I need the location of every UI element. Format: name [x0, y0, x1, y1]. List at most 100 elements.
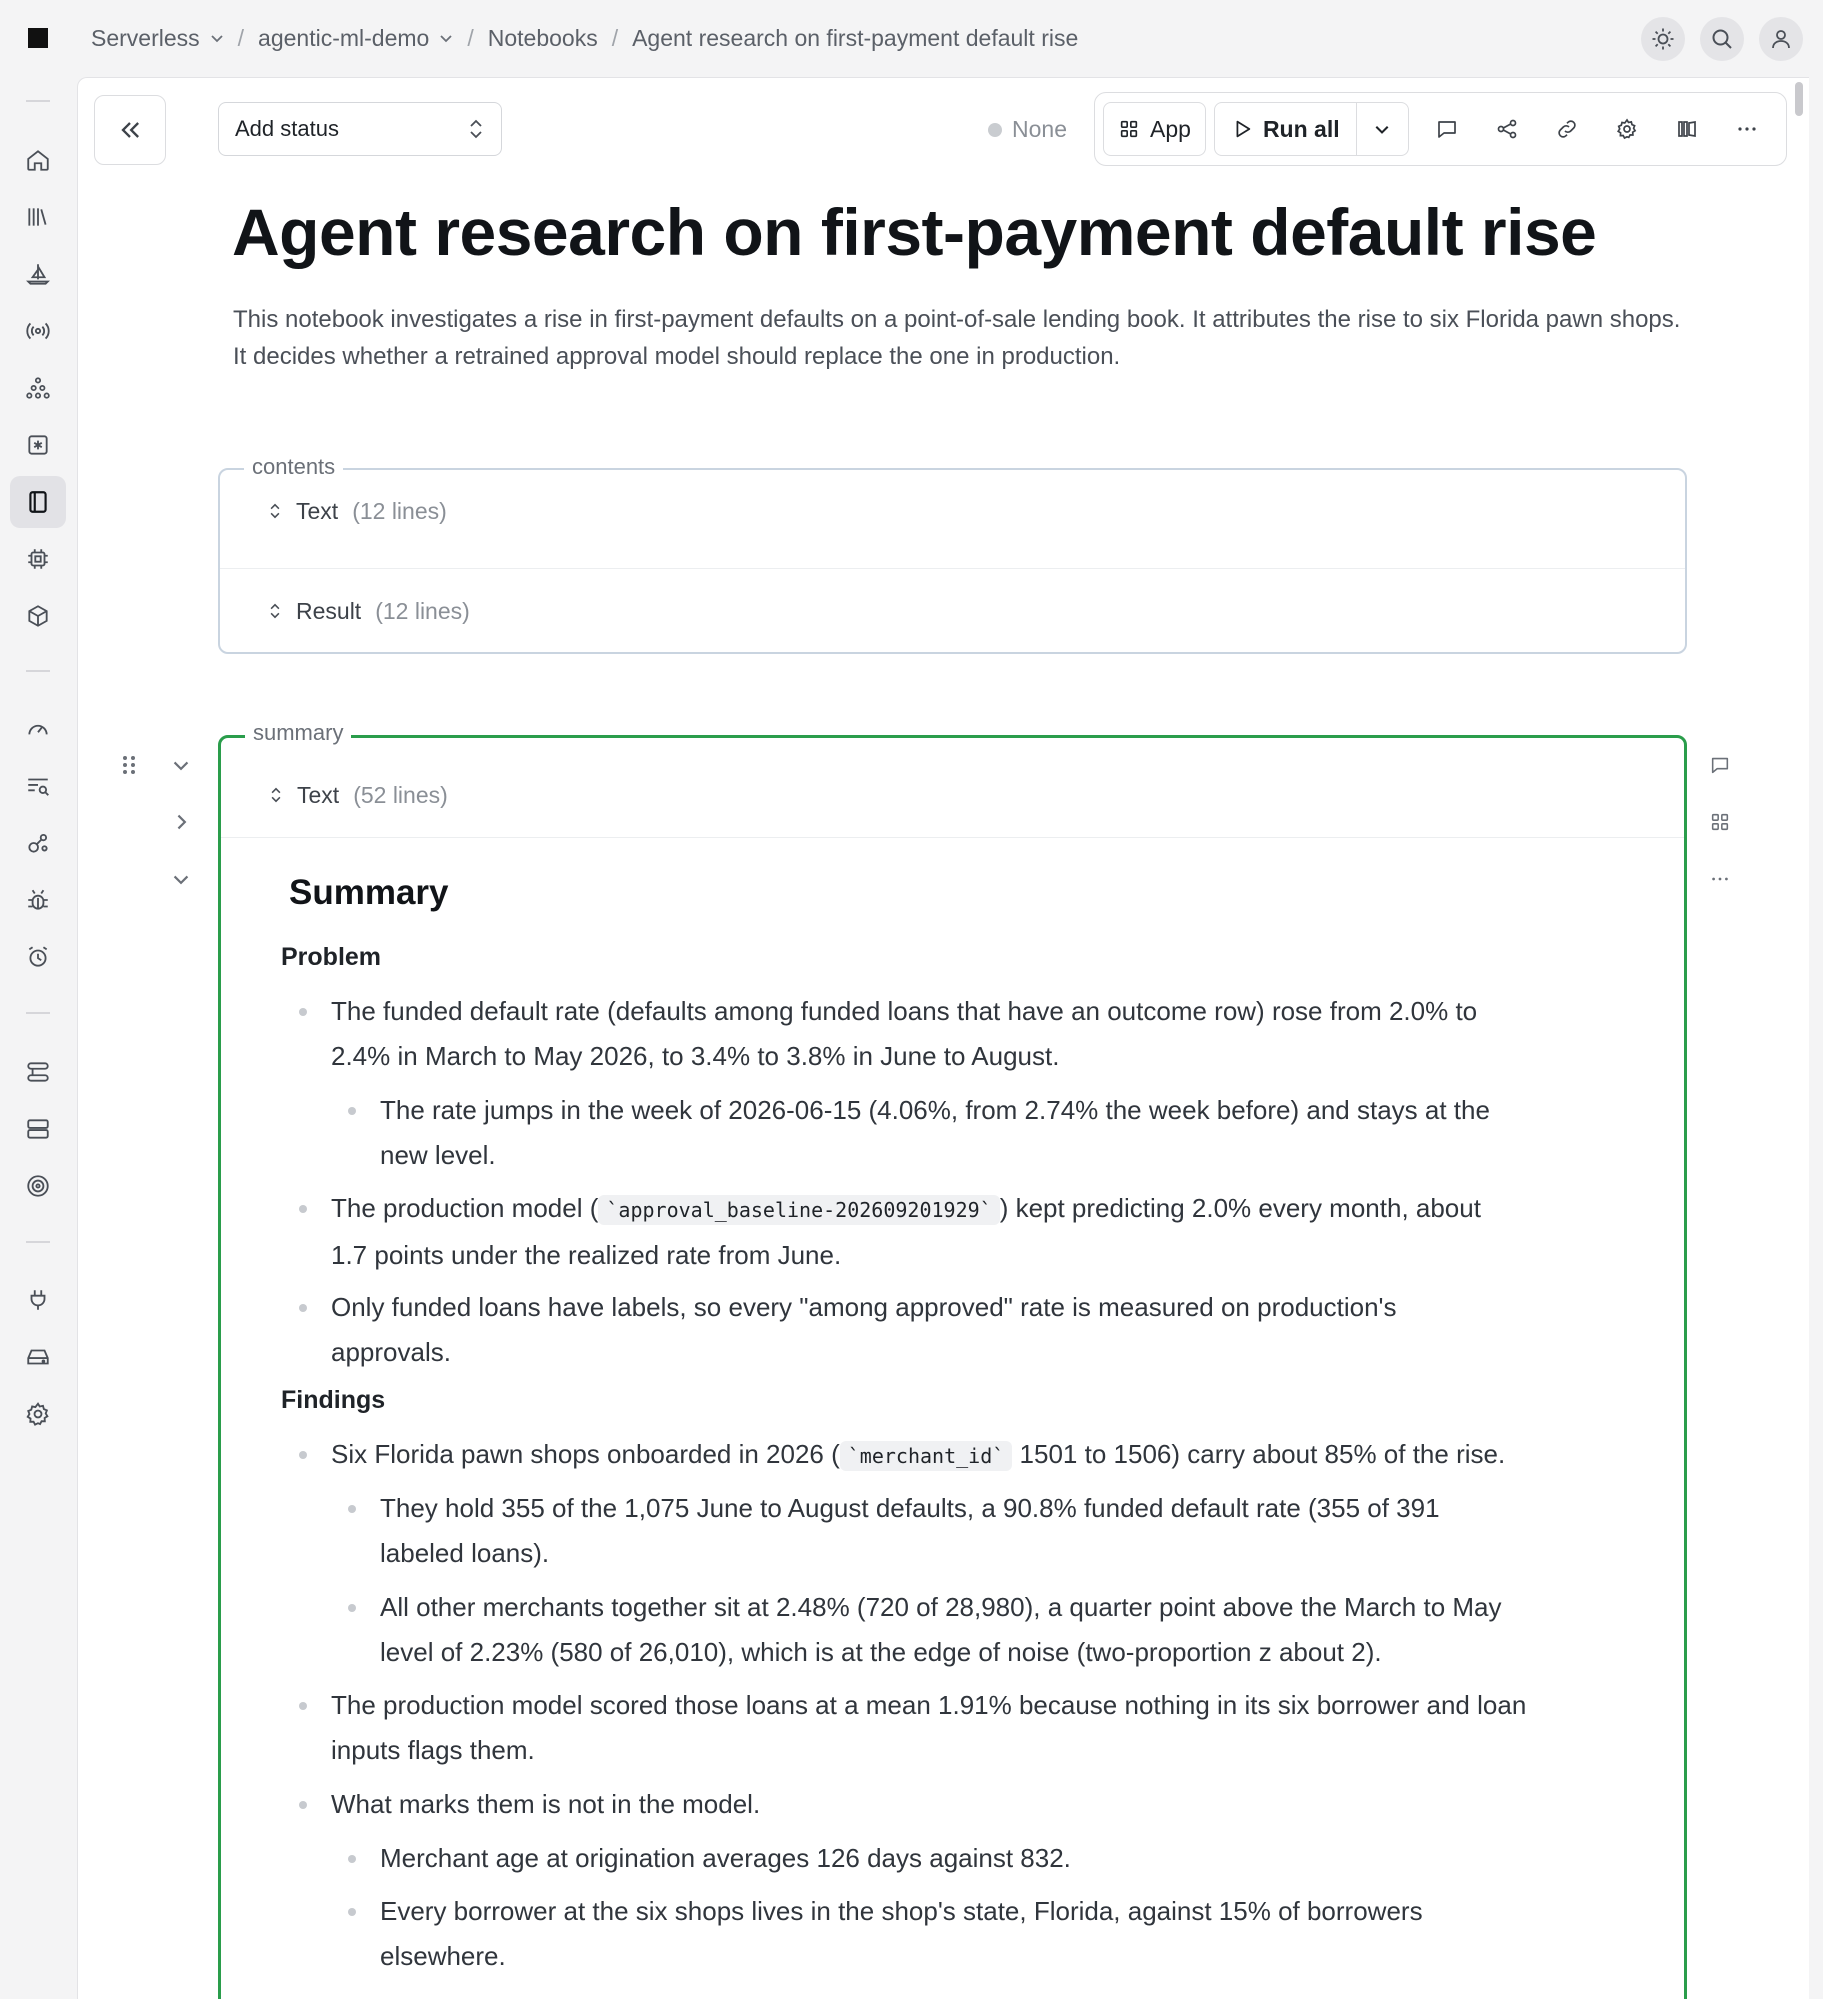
- top-right-actions: [1641, 17, 1803, 61]
- drag-handle-icon[interactable]: [114, 750, 144, 780]
- grid-icon: [1120, 120, 1138, 138]
- cell-grid-icon[interactable]: [1705, 807, 1735, 837]
- sidebar-item-drives[interactable]: [10, 1331, 66, 1383]
- list-item: The production model (`approval_baseline…: [299, 1186, 1481, 1278]
- sidebar-item-pipelines[interactable]: [10, 1046, 66, 1098]
- gear-icon: [26, 1402, 49, 1426]
- summary-cell[interactable]: summary Text (52 lines) Summary Problem …: [218, 720, 1687, 1999]
- sidebar-item-packages[interactable]: [10, 590, 66, 642]
- target-icon: [27, 1175, 49, 1197]
- notebook-description[interactable]: This notebook investigates a rise in fir…: [233, 301, 1693, 375]
- status-select-label: Add status: [235, 116, 339, 141]
- cell-more-icon[interactable]: [1705, 864, 1735, 894]
- breadcrumb-project[interactable]: agentic-ml-demo: [258, 25, 453, 52]
- bug-icon: [28, 889, 48, 910]
- sidebar-item-integrations[interactable]: [10, 1274, 66, 1326]
- sidebar-item-clusters[interactable]: [10, 362, 66, 414]
- notebook-title[interactable]: Agent research on first-payment default …: [232, 194, 1597, 270]
- sidebar-item-settings[interactable]: [10, 1388, 66, 1440]
- flask-nodes-icon: [28, 833, 48, 853]
- list-item-line: new level.: [380, 1140, 496, 1170]
- asterisk-box-icon: [28, 435, 48, 455]
- scrollbar[interactable]: [1795, 82, 1803, 116]
- breadcrumb-notebooks[interactable]: Notebooks: [488, 25, 598, 52]
- library-icon: [28, 208, 47, 226]
- run-options-dropdown[interactable]: [1355, 103, 1408, 155]
- status-select[interactable]: Add status: [218, 102, 502, 156]
- sidebar-item-compute[interactable]: [10, 533, 66, 585]
- sidebar-item-storage[interactable]: [10, 1103, 66, 1155]
- lineage-button[interactable]: [1477, 102, 1537, 156]
- sidebar-item-deployments[interactable]: [10, 248, 66, 300]
- text-section-toggle[interactable]: Text (52 lines): [221, 754, 1684, 836]
- text-span: The production model (: [331, 1193, 599, 1223]
- list-item: Six Florida pawn shops onboarded in 2026…: [298, 1432, 1505, 1479]
- sidebar-divider: [26, 1012, 50, 1014]
- sidebar-item-notebooks[interactable]: [10, 476, 66, 528]
- gear-icon: [1616, 118, 1636, 140]
- notebook-panel: Add status None App Run all Agent resear…: [77, 77, 1809, 1999]
- theme-toggle-button[interactable]: [1641, 17, 1685, 61]
- plug-icon: [30, 1290, 46, 1310]
- collapse-cell-chevron-icon[interactable]: [166, 750, 196, 780]
- list-item-line: The rate jumps in the week of 2026-06-15…: [380, 1095, 1490, 1125]
- hard-drive-icon: [27, 1349, 49, 1365]
- contents-cell[interactable]: contents Text (12 lines) Result (12 line…: [218, 454, 1687, 654]
- sidebar-item-dashboards[interactable]: [10, 703, 66, 755]
- collapse-panel-button[interactable]: [94, 95, 166, 165]
- share-nodes-icon: [1497, 119, 1516, 139]
- breadcrumb-separator: /: [467, 24, 474, 51]
- breadcrumb: Serverless / agentic-ml-demo / Notebooks…: [91, 0, 1078, 76]
- status-value: None: [1012, 116, 1067, 142]
- list-item-line: The funded default rate (defaults among …: [331, 996, 1478, 1026]
- sidebar-item-debugging[interactable]: [10, 874, 66, 926]
- home-icon: [27, 150, 49, 171]
- sidebar-item-home[interactable]: [10, 134, 66, 186]
- app-button[interactable]: App: [1103, 102, 1206, 156]
- breadcrumb-notebooks-label: Notebooks: [487, 24, 598, 51]
- sidebar-item-functions[interactable]: [10, 419, 66, 471]
- cell-comment-icon[interactable]: [1705, 750, 1735, 780]
- breadcrumb-workspace[interactable]: Serverless: [91, 25, 224, 52]
- list-item: Merchant age at origination averages 126…: [348, 1836, 1071, 1881]
- list-item-line: inputs flags them.: [331, 1735, 535, 1765]
- user-account-button[interactable]: [1759, 17, 1803, 61]
- inline-code: `approval_baseline-202609201929`: [598, 1195, 1000, 1225]
- notebook-settings-button[interactable]: [1597, 102, 1657, 156]
- user-icon: [1772, 30, 1790, 49]
- comment-icon: [1437, 121, 1456, 138]
- status-indicator: None: [988, 116, 1067, 143]
- sidebar-item-schedules[interactable]: [10, 931, 66, 983]
- section-name: Text: [297, 781, 340, 808]
- more-options-button[interactable]: [1717, 102, 1777, 156]
- search-button[interactable]: [1700, 17, 1744, 61]
- panels-button[interactable]: [1657, 102, 1717, 156]
- sidebar-item-library[interactable]: [10, 191, 66, 243]
- nodes-icon: [26, 377, 50, 399]
- cube-icon: [28, 605, 48, 627]
- breadcrumb-separator: /: [237, 24, 245, 51]
- text-section-toggle[interactable]: Text (12 lines): [220, 470, 1685, 552]
- row-divider: [220, 568, 1685, 569]
- copy-link-button[interactable]: [1537, 102, 1597, 156]
- sidebar-item-queries[interactable]: [10, 760, 66, 812]
- left-sidebar: [0, 76, 76, 1999]
- result-section-toggle[interactable]: Result (12 lines): [220, 570, 1685, 652]
- sidebar-item-streaming[interactable]: [10, 305, 66, 357]
- list-item: Every borrower at the six shops lives in…: [348, 1889, 1423, 1979]
- notebook-toolbar: App Run all: [1094, 92, 1787, 166]
- collapse-section-chevron-icon[interactable]: [166, 864, 196, 894]
- run-all-group: Run all: [1213, 102, 1409, 156]
- alarm-clock-icon: [28, 946, 48, 967]
- status-dot: [988, 122, 1002, 137]
- run-all-button[interactable]: Run all: [1215, 103, 1356, 155]
- logo-icon[interactable]: [28, 28, 48, 48]
- chevrons-left-icon: [121, 122, 139, 138]
- sidebar-item-experiments[interactable]: [10, 817, 66, 869]
- list-item-line: Six Florida pawn shops onboarded in 2026…: [331, 1432, 1505, 1479]
- sidebar-item-targets[interactable]: [10, 1160, 66, 1212]
- expand-section-chevron-icon[interactable]: [166, 807, 196, 837]
- comments-button[interactable]: [1417, 102, 1477, 156]
- top-bar: Serverless / agentic-ml-demo / Notebooks…: [0, 0, 1823, 76]
- broadcast-icon: [26, 322, 50, 340]
